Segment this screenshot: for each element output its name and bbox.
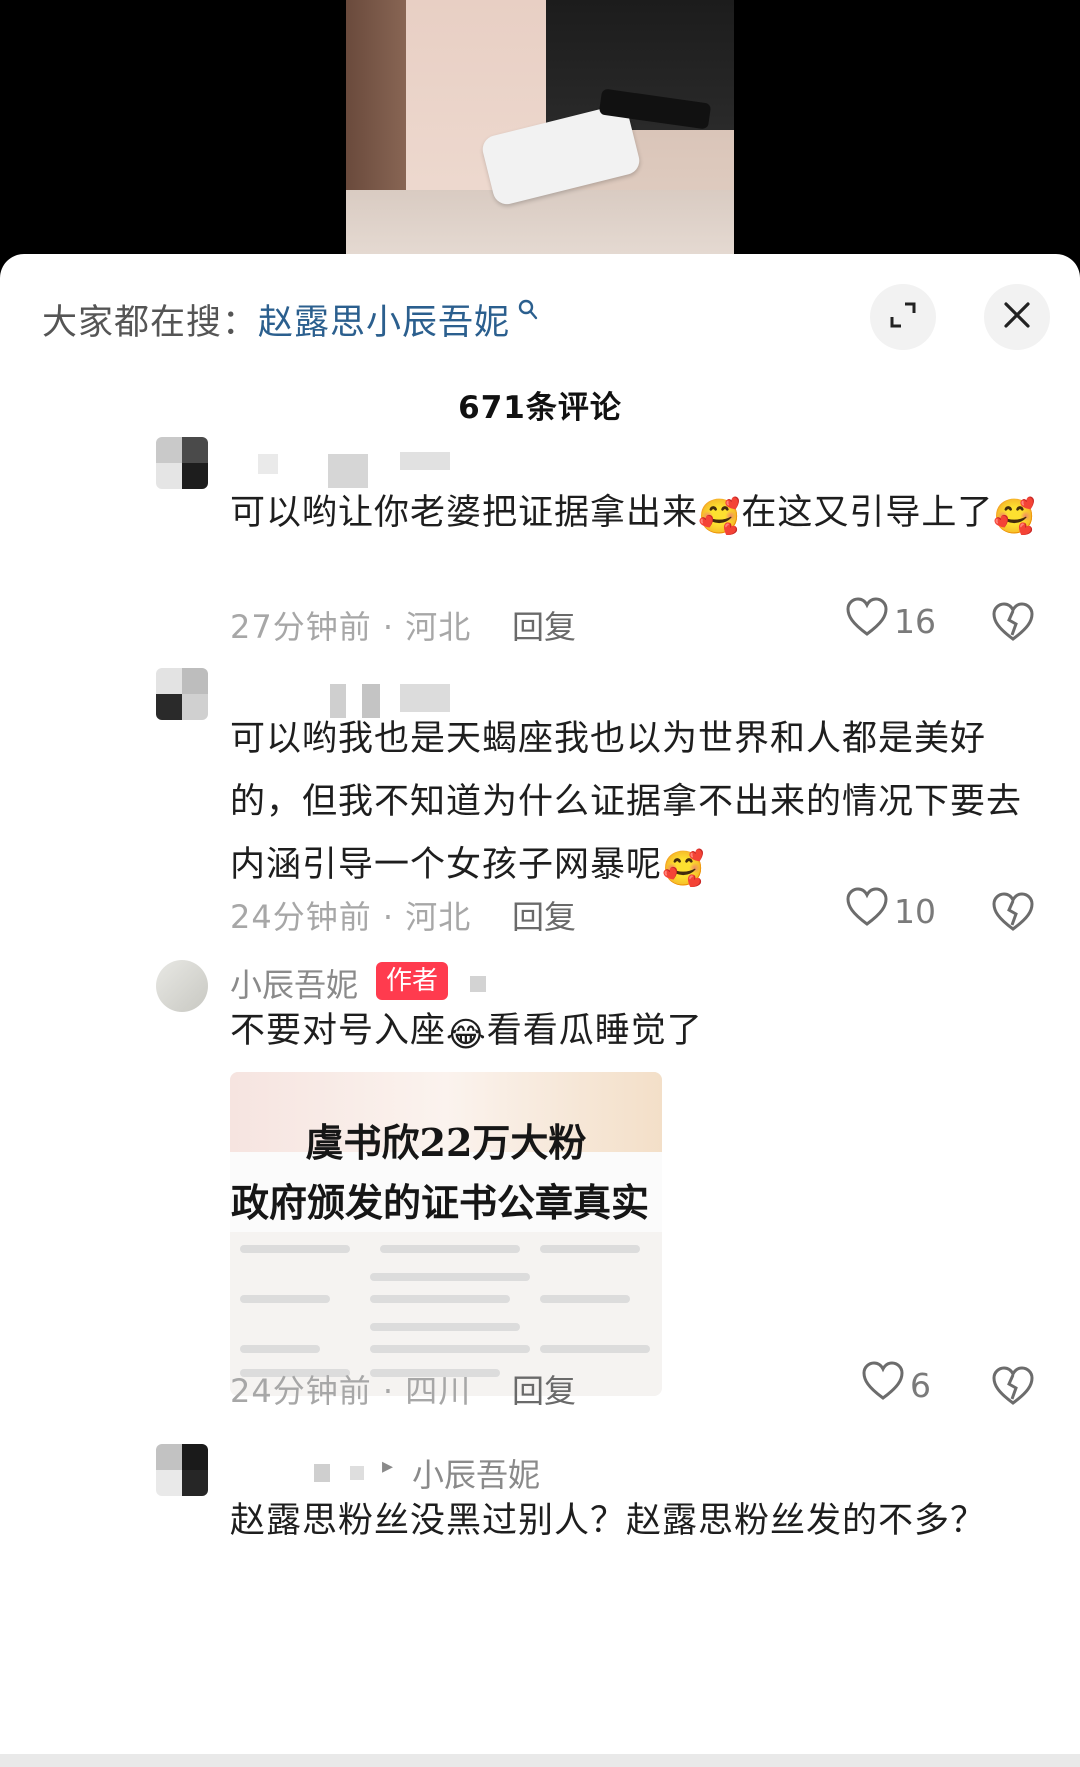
video-player[interactable] [0, 0, 1080, 262]
username-redacted [314, 1464, 330, 1482]
like-count: 6 [910, 1365, 931, 1405]
heart-icon [846, 887, 888, 935]
comment-sheet: 大家都在搜：赵露思小辰吾妮 671条评论 可以哟让你老婆把证据拿出来🥰在这又引导… [0, 254, 1080, 1767]
reply-arrow-icon: ▸ [382, 1454, 394, 1479]
laughing-emoji: 😂 [446, 1015, 487, 1055]
like-count: 16 [894, 601, 936, 641]
expand-icon [888, 300, 918, 334]
hug-emoji: 🥰 [662, 849, 706, 889]
search-icon [510, 300, 538, 327]
comment-time-location: 24分钟前 · 四川 [230, 1372, 472, 1410]
search-term-link[interactable]: 赵露思小辰吾妮 [258, 303, 510, 343]
avatar[interactable] [156, 960, 208, 1012]
comment-text: 可以哟让你老婆把证据拿出来🥰在这又引导上了🥰 [230, 493, 1037, 537]
comment-text: 赵露思粉丝没黑过别人？赵露思粉丝发的不多？ [230, 1501, 987, 1541]
expand-button[interactable] [870, 284, 936, 350]
close-button[interactable] [984, 284, 1050, 350]
like-count: 10 [894, 891, 936, 931]
image-headline: 虞书欣22万大粉 [305, 1120, 587, 1165]
comment-count: 671条评论 [458, 390, 622, 426]
bottom-divider [0, 1754, 1080, 1767]
avatar[interactable] [156, 668, 208, 720]
dislike-button[interactable] [992, 602, 1036, 642]
comment-time-location: 27分钟前 · 河北 [230, 608, 472, 646]
close-icon [1002, 300, 1032, 334]
avatar[interactable] [156, 1444, 208, 1496]
like-button[interactable]: 10 [846, 887, 936, 935]
broken-heart-icon [992, 602, 1034, 646]
username-redacted [258, 454, 278, 474]
author-badge: 作者 [376, 962, 449, 1000]
image-screenshot-content [240, 1237, 652, 1387]
avatar[interactable] [156, 437, 208, 489]
search-prefix: 大家都在搜： [42, 303, 259, 343]
redacted-mark [470, 976, 486, 992]
username-redacted [350, 1466, 364, 1480]
like-button[interactable]: 6 [862, 1361, 931, 1409]
heart-icon [846, 597, 888, 645]
reply-button[interactable]: 回复 [512, 1366, 576, 1412]
image-headline: 政府颁发的证书公章真实 [230, 1180, 649, 1225]
broken-heart-icon [992, 892, 1034, 936]
hug-emoji: 🥰 [993, 497, 1037, 537]
comment-image[interactable]: 虞书欣22万大粉 政府颁发的证书公章真实 [230, 1072, 662, 1396]
comment-text: 不要对号入座😂看看瓜睡觉了 [230, 1011, 703, 1055]
comment-text: 可以哟我也是天蝎座我也以为世界和人都是美好的，但我不知道为什么证据拿不出来的情况… [230, 719, 1023, 889]
heart-icon [862, 1361, 904, 1409]
hug-emoji: 🥰 [698, 497, 742, 537]
username-redacted [400, 452, 450, 470]
video-frame [346, 0, 734, 262]
comment-time-location: 24分钟前 · 河北 [230, 898, 472, 936]
like-button[interactable]: 16 [846, 597, 936, 645]
dislike-button[interactable] [992, 1366, 1036, 1406]
reply-button[interactable]: 回复 [512, 602, 576, 648]
search-suggestion[interactable]: 大家都在搜：赵露思小辰吾妮 [42, 294, 538, 345]
reply-button[interactable]: 回复 [512, 892, 576, 938]
broken-heart-icon [992, 1366, 1034, 1410]
dislike-button[interactable] [992, 892, 1036, 932]
